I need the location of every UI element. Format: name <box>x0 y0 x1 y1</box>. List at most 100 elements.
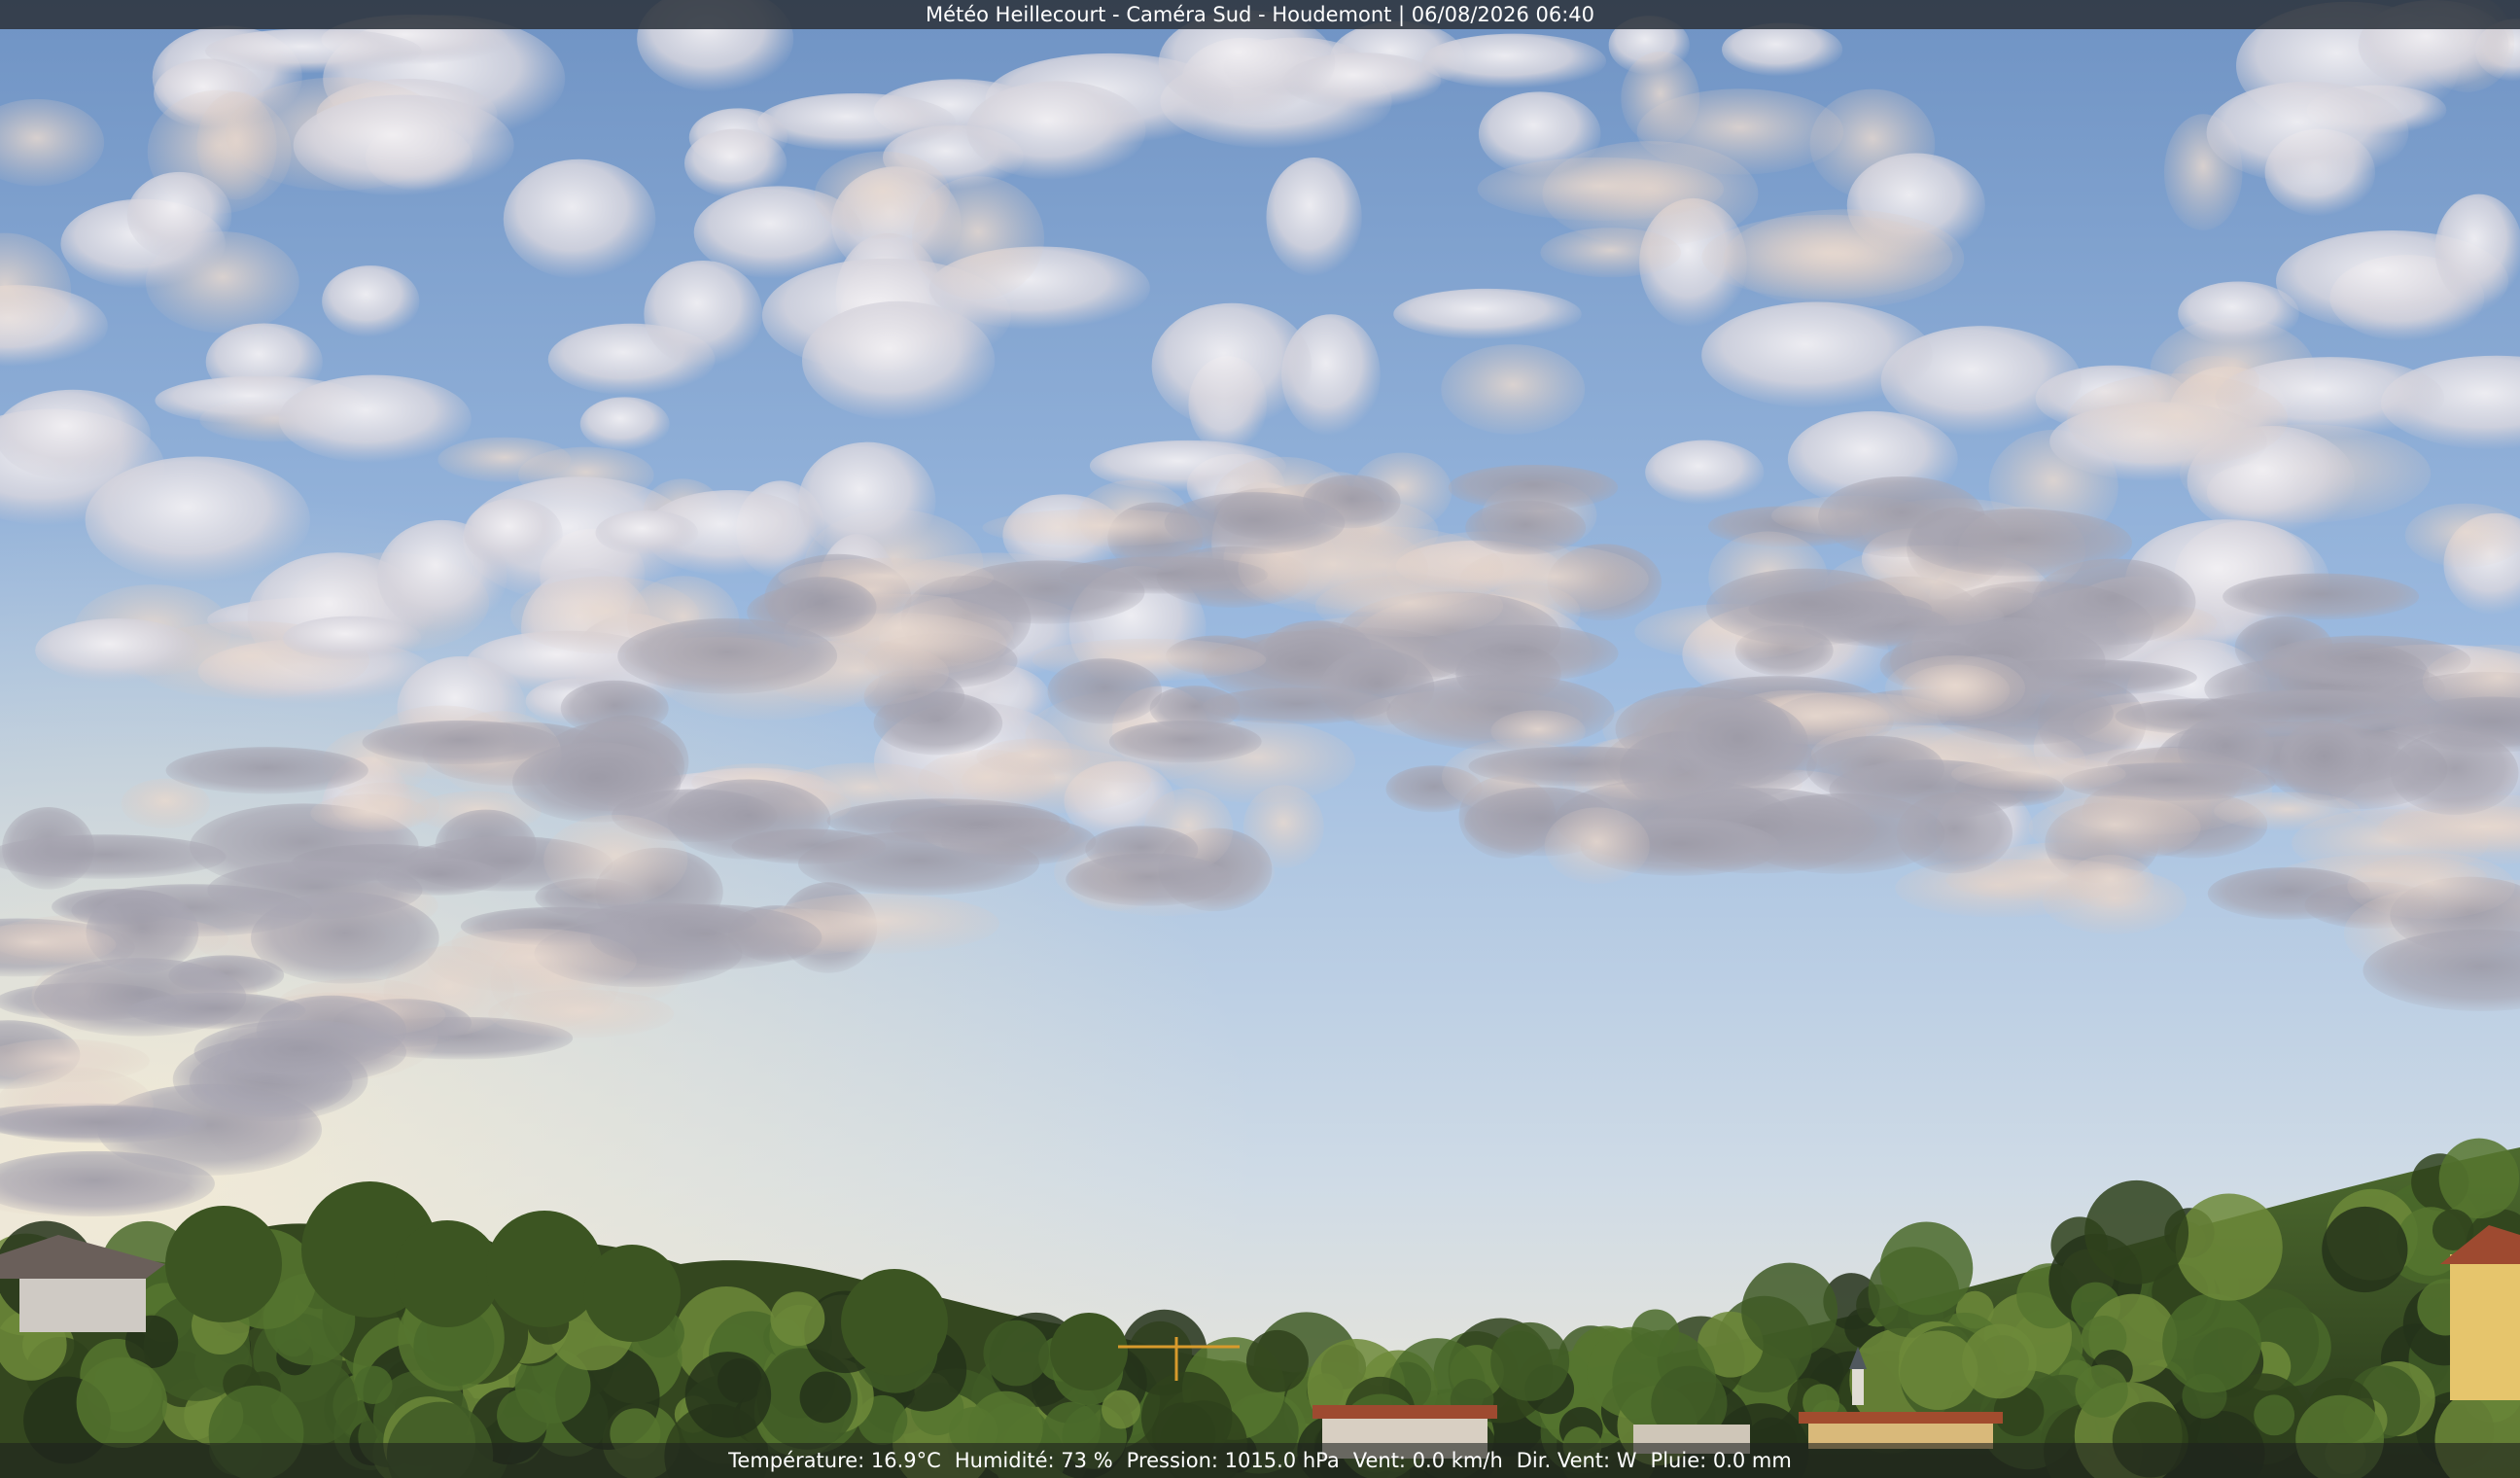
cloud <box>1950 756 2126 792</box>
tree-canopy <box>1245 1329 1309 1392</box>
cloud <box>1422 624 1619 683</box>
cloud <box>2390 730 2519 816</box>
cloud <box>1151 302 1312 429</box>
cloud <box>85 456 310 583</box>
cloud <box>2434 194 2520 306</box>
tree-canopy <box>1050 1313 1128 1390</box>
cloud <box>767 577 877 638</box>
cloud <box>966 81 1146 181</box>
cloud <box>503 158 656 279</box>
tree-canopy <box>354 1365 393 1404</box>
cloud <box>376 857 502 896</box>
cloud <box>1645 440 1765 505</box>
title-separator: - <box>1105 3 1127 26</box>
cloud <box>543 814 688 905</box>
cloud <box>1441 344 1586 435</box>
tree-canopy <box>2084 1179 2189 1284</box>
tree-canopy <box>2438 1138 2520 1219</box>
cloud <box>757 92 957 152</box>
cloud <box>2222 573 2420 620</box>
cloud <box>1477 157 1725 222</box>
cloud <box>1421 33 1607 89</box>
tree-canopy <box>1490 1321 1570 1401</box>
cloud <box>2207 867 2371 920</box>
cloud <box>310 793 428 833</box>
cloud <box>579 397 670 451</box>
cloud <box>282 616 422 661</box>
cloud <box>322 265 420 337</box>
cloud <box>1884 655 2026 721</box>
tree-canopy <box>1102 1390 1140 1429</box>
tree-canopy <box>583 1245 681 1342</box>
cloud <box>2066 855 2154 909</box>
webcam-image <box>0 0 2520 1478</box>
wind-direction-readout: Dir. Vent: W <box>1516 1449 1637 1472</box>
cloud <box>2347 853 2515 919</box>
cloud <box>1314 575 1504 638</box>
cloud <box>1393 288 1582 340</box>
cloud <box>1669 698 1808 788</box>
cloud <box>512 742 682 823</box>
tree-canopy <box>2162 1293 2261 1393</box>
tree-canopy <box>486 1211 603 1327</box>
cloud <box>1544 807 1650 885</box>
cloud <box>127 992 306 1029</box>
tree-canopy <box>394 1220 501 1327</box>
pressure-readout: Pression: 1015.0 hPa <box>1126 1449 1340 1472</box>
cloud <box>86 890 199 974</box>
cloud <box>890 804 1070 848</box>
cloud <box>464 498 563 569</box>
tree-canopy <box>2075 1364 2128 1418</box>
cloud <box>644 260 763 368</box>
wind-speed-readout: Vent: 0.0 km/h <box>1352 1449 1503 1472</box>
tree-canopy <box>2322 1206 2408 1293</box>
cloud <box>1266 157 1362 277</box>
cloud <box>667 779 831 860</box>
cloud <box>595 510 699 556</box>
cloud <box>801 300 996 421</box>
cloud <box>1164 492 1346 554</box>
tree-canopy <box>165 1206 282 1322</box>
cloud <box>1701 301 1933 408</box>
cloud <box>1490 710 1586 753</box>
cloud <box>278 374 472 464</box>
tree-canopy <box>1879 1221 1974 1316</box>
title-separator: | <box>1391 3 1412 26</box>
cloud <box>2028 795 2201 861</box>
cloud <box>35 617 199 683</box>
cloud <box>251 892 439 984</box>
camera-title-bar: Météo Heillecourt - Caméra Sud - Houdemo… <box>0 0 2520 29</box>
temperature-readout: Température: 16.9°C <box>728 1449 941 1472</box>
site-name: Météo Heillecourt <box>925 3 1106 26</box>
cloud <box>1908 509 2132 577</box>
cloud <box>0 1105 207 1144</box>
tree-canopy <box>1741 1262 1838 1359</box>
cloud <box>683 128 788 198</box>
cloud <box>205 28 422 74</box>
cloud <box>1468 746 1691 787</box>
tree-canopy <box>983 1320 1050 1387</box>
cloud <box>2066 373 2289 467</box>
tree-canopy <box>76 1356 167 1448</box>
cloud <box>165 747 368 794</box>
capture-datetime: 06/08/2026 06:40 <box>1411 3 1595 26</box>
cloud <box>2191 689 2435 734</box>
tree-canopy <box>1962 1323 2037 1399</box>
camera-name: Caméra Sud <box>1126 3 1252 26</box>
cloud <box>1722 22 1843 77</box>
rain-readout: Pluie: 0.0 mm <box>1650 1449 1792 1472</box>
weather-data-bar: Température: 16.9°C Humidité: 73 % Press… <box>0 1443 2520 1478</box>
cloud <box>1701 214 1953 299</box>
humidity-readout: Humidité: 73 % <box>954 1449 1113 1472</box>
tree-canopy <box>2175 1193 2283 1301</box>
cloud <box>362 720 559 765</box>
cloud <box>1706 568 1908 647</box>
cloud <box>193 1020 406 1085</box>
tree-canopy <box>684 1352 772 1438</box>
cloud <box>1465 500 1587 555</box>
camera-location: Houdemont <box>1272 3 1392 26</box>
cloud <box>1047 658 1163 724</box>
title-separator: - <box>1251 3 1273 26</box>
cloud <box>976 738 1091 776</box>
tree-canopy <box>2254 1394 2295 1436</box>
